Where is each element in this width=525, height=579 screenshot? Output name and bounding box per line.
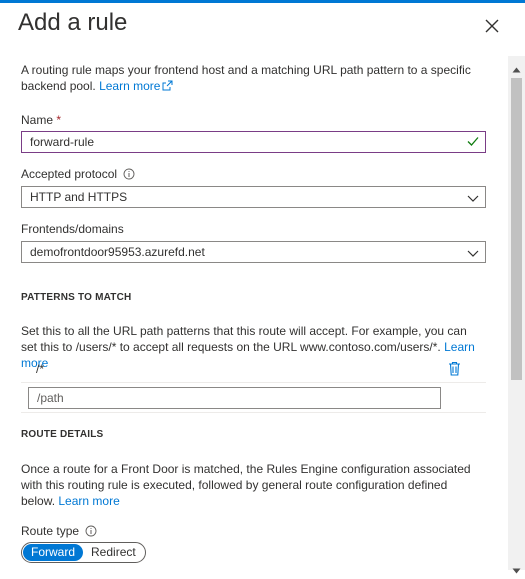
protocol-dropdown-value: HTTP and HTTPS <box>30 190 128 204</box>
frontends-dropdown[interactable]: demofrontdoor95953.azurefd.net <box>21 241 486 263</box>
route-type-label-text: Route type <box>21 524 80 538</box>
route-details-description: Once a route for a Front Door is matched… <box>21 461 481 509</box>
pattern-divider <box>21 412 486 413</box>
close-button[interactable] <box>480 14 504 38</box>
new-pattern-input[interactable]: /path <box>28 387 441 409</box>
pattern-item: /* <box>36 362 45 376</box>
frontends-label: Frontends/domains <box>21 222 124 236</box>
protocol-label-text: Accepted protocol <box>21 167 118 181</box>
protocol-label: Accepted protocol <box>21 167 135 181</box>
name-label-text: Name <box>21 113 54 127</box>
route-type-redirect[interactable]: Redirect <box>83 544 144 561</box>
name-input-value: forward-rule <box>30 135 95 149</box>
info-icon[interactable] <box>123 168 135 180</box>
chevron-down-icon <box>467 192 479 206</box>
route-details-learn-more-link[interactable]: Learn more <box>58 494 119 508</box>
trash-icon <box>449 361 460 376</box>
route-type-label: Route type <box>21 524 97 538</box>
patterns-description-text: Set this to all the URL path patterns th… <box>21 324 467 354</box>
scrollbar-thumb[interactable] <box>511 78 522 380</box>
intro-paragraph: A routing rule maps your frontend host a… <box>21 62 481 94</box>
name-input[interactable]: forward-rule <box>21 131 486 153</box>
patterns-description: Set this to all the URL path patterns th… <box>21 323 481 371</box>
valid-check-icon <box>467 135 479 150</box>
frontends-dropdown-value: demofrontdoor95953.azurefd.net <box>30 245 205 259</box>
intro-text: A routing rule maps your frontend host a… <box>21 63 471 93</box>
delete-pattern-button[interactable] <box>448 361 461 381</box>
close-icon <box>485 19 499 33</box>
panel-title: Add a rule <box>18 9 128 36</box>
pattern-divider <box>21 382 486 383</box>
route-details-heading: ROUTE DETAILS <box>21 429 104 440</box>
route-type-toggle: Forward Redirect <box>21 542 146 563</box>
intro-learn-more-link[interactable]: Learn more <box>99 79 173 93</box>
chevron-down-icon <box>467 247 479 261</box>
route-type-forward[interactable]: Forward <box>23 544 84 561</box>
top-accent-bar <box>0 0 525 3</box>
protocol-dropdown[interactable]: HTTP and HTTPS <box>21 186 486 208</box>
intro-learn-more-label: Learn more <box>99 79 161 93</box>
name-label: Name * <box>21 113 61 127</box>
external-link-icon <box>162 80 173 91</box>
new-pattern-placeholder: /path <box>37 391 64 405</box>
scroll-up-arrow[interactable] <box>512 60 521 78</box>
panel-content: A routing rule maps your frontend host a… <box>0 56 508 570</box>
required-mark: * <box>56 113 62 127</box>
patterns-heading: PATTERNS TO MATCH <box>21 292 132 303</box>
info-icon[interactable] <box>85 525 97 537</box>
scroll-down-arrow[interactable] <box>512 561 521 579</box>
